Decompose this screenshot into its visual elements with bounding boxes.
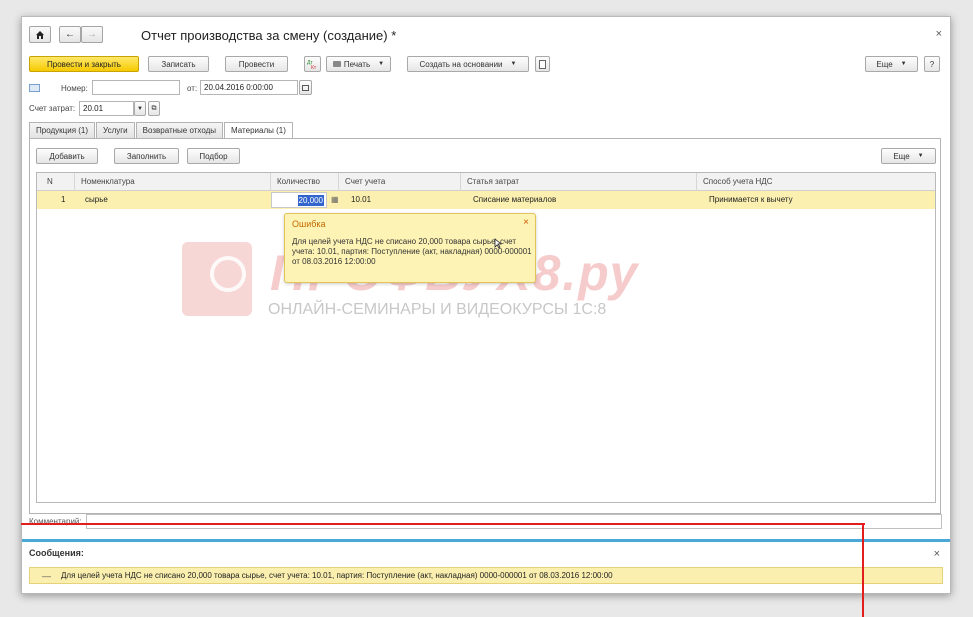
column-header-item[interactable]: Номенклатура bbox=[75, 173, 271, 191]
close-icon[interactable]: × bbox=[523, 217, 529, 228]
accounting-entries-icon: Дт Кт bbox=[307, 60, 317, 70]
column-header-account[interactable]: Счет учета bbox=[339, 173, 461, 191]
table-more-button[interactable]: Еще ▼ bbox=[881, 148, 936, 164]
pick-button[interactable]: Подбор bbox=[187, 148, 240, 164]
more-label: Еще bbox=[876, 59, 893, 69]
back-button[interactable]: ← bbox=[59, 26, 81, 43]
row-number: 1 bbox=[61, 195, 66, 204]
date-label: от: bbox=[187, 84, 198, 93]
open-link-icon: ⧉ bbox=[151, 104, 157, 112]
save-button[interactable]: Записать bbox=[148, 56, 209, 72]
tab-services[interactable]: Услуги bbox=[96, 122, 135, 138]
chevron-down-icon: ▼ bbox=[378, 61, 385, 67]
row-cost-item[interactable]: Списание материалов bbox=[467, 191, 562, 209]
document-icon bbox=[539, 59, 546, 69]
forward-arrow-icon: → bbox=[87, 29, 97, 40]
messages-divider bbox=[22, 539, 950, 542]
column-header-qty[interactable]: Количество bbox=[271, 173, 339, 191]
svg-text:Кт: Кт bbox=[311, 65, 317, 70]
dt-kt-icon[interactable]: Дт Кт bbox=[304, 56, 321, 72]
tab-products[interactable]: Продукция (1) bbox=[29, 122, 96, 138]
add-button[interactable]: Добавить bbox=[36, 148, 98, 164]
create-based-on-label: Создать на основании bbox=[419, 59, 503, 69]
close-messages-icon[interactable]: × bbox=[934, 548, 940, 560]
row-account[interactable]: 10.01 bbox=[345, 191, 377, 209]
print-button[interactable]: Печать ▼ bbox=[326, 56, 391, 72]
comment-field[interactable] bbox=[86, 514, 942, 529]
help-button[interactable]: ? bbox=[924, 56, 940, 72]
report-button[interactable] bbox=[535, 56, 550, 72]
annotation-line-vertical bbox=[862, 523, 864, 617]
calendar-icon bbox=[302, 84, 309, 91]
chevron-down-icon: ▼ bbox=[900, 61, 907, 67]
info-icon[interactable] bbox=[29, 84, 40, 92]
page-title: Отчет производства за смену (создание) * bbox=[141, 28, 397, 43]
calendar-button[interactable] bbox=[299, 80, 312, 95]
printer-icon bbox=[332, 61, 341, 67]
back-arrow-icon: ← bbox=[65, 29, 75, 40]
cost-account-dropdown[interactable]: ▼ bbox=[134, 101, 146, 116]
forward-button[interactable]: → bbox=[81, 26, 103, 43]
post-and-close-button[interactable]: Провести и закрыть bbox=[29, 56, 139, 72]
message-marker-icon: — bbox=[42, 570, 51, 581]
messages-title: Сообщения: bbox=[29, 548, 84, 558]
column-header-n[interactable]: N bbox=[37, 173, 75, 191]
column-header-cost-item[interactable]: Статья затрат bbox=[461, 173, 697, 191]
document-window: ← → Отчет производства за смену (создани… bbox=[21, 16, 951, 594]
row-item[interactable]: сырье bbox=[79, 191, 114, 209]
message-item[interactable]: — Для целей учета НДС не списано 20,000 … bbox=[29, 567, 943, 584]
tab-bar: Продукция (1) Услуги Возвратные отходы М… bbox=[29, 122, 294, 139]
tab-materials[interactable]: Материалы (1) bbox=[224, 122, 293, 139]
error-tooltip-title: Ошибка bbox=[292, 219, 326, 229]
cost-account-open-button[interactable]: ⧉ bbox=[148, 101, 160, 116]
cost-account-label: Счет затрат: bbox=[29, 104, 76, 113]
home-icon bbox=[36, 30, 44, 39]
more-button[interactable]: Еще ▼ bbox=[865, 56, 918, 72]
table-header: N Номенклатура Количество Счет учета Ста… bbox=[37, 173, 935, 191]
annotation-line-horizontal bbox=[21, 523, 865, 525]
fill-button[interactable]: Заполнить bbox=[114, 148, 179, 164]
chevron-down-icon: ▼ bbox=[510, 61, 517, 67]
print-label: Печать bbox=[343, 59, 371, 69]
calculator-icon[interactable]: ▦ bbox=[331, 195, 339, 204]
close-window-icon[interactable]: × bbox=[936, 28, 942, 40]
home-button[interactable] bbox=[29, 26, 51, 43]
quantity-input[interactable]: 20,000 bbox=[271, 192, 327, 208]
column-header-vat-method[interactable]: Способ учета НДС bbox=[697, 173, 937, 191]
create-based-on-button[interactable]: Создать на основании ▼ bbox=[407, 56, 529, 72]
mouse-cursor-icon bbox=[494, 238, 502, 249]
date-field[interactable]: 20.04.2016 0:00:00 bbox=[200, 80, 298, 95]
quantity-value: 20,000 bbox=[297, 195, 324, 206]
chevron-down-icon: ▼ bbox=[137, 105, 143, 112]
cost-account-field[interactable]: 20.01 bbox=[79, 101, 134, 116]
number-field[interactable] bbox=[92, 80, 180, 95]
table-row[interactable]: 1 сырье 20,000 ▦ 10.01 Списание материал… bbox=[37, 191, 935, 209]
tab-returnable-waste[interactable]: Возвратные отходы bbox=[135, 122, 224, 138]
chevron-down-icon: ▼ bbox=[917, 153, 924, 159]
post-button[interactable]: Провести bbox=[225, 56, 288, 72]
materials-panel: Добавить Заполнить Подбор Еще ▼ N Номенк… bbox=[29, 138, 941, 514]
message-text: Для целей учета НДС не списано 20,000 то… bbox=[61, 571, 613, 580]
number-label: Номер: bbox=[61, 84, 88, 93]
table-more-label: Еще bbox=[893, 151, 910, 161]
row-vat-method[interactable]: Принимается к вычету bbox=[703, 191, 799, 209]
